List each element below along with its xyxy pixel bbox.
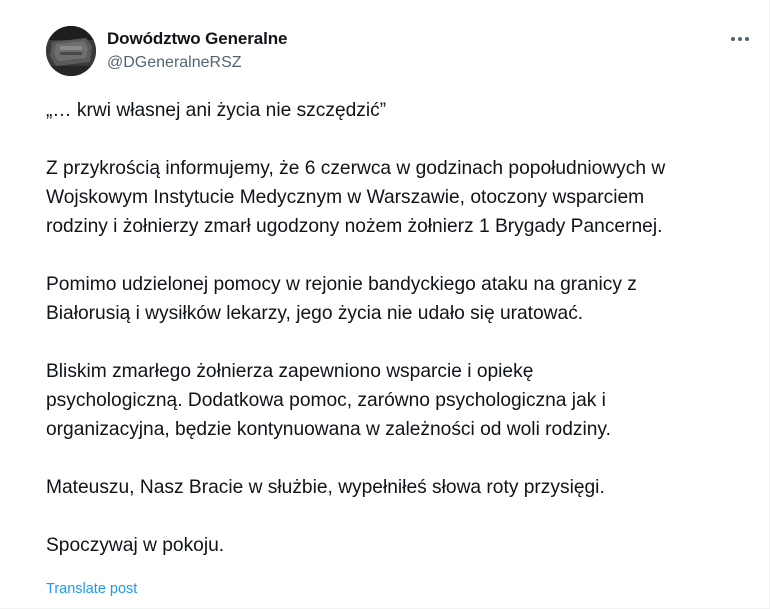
author-handle[interactable]: @DGeneralneRSZ [107, 52, 287, 74]
translate-post-link[interactable]: Translate post [46, 580, 137, 598]
post-paragraph: Mateuszu, Nasz Bracie w służbie, wypełni… [46, 477, 605, 498]
post-paragraph: Bliskim zmarłego żołnierza zapewniono ws… [46, 361, 611, 440]
author-display-name[interactable]: Dowództwo Generalne [107, 28, 288, 50]
post-paragraph: „… krwi własnej ani życia nie szczędzić” [46, 100, 387, 121]
post-card: Dowództwo Generalne @DGeneralneRSZ „… kr… [0, 0, 770, 609]
post-paragraph: Pomimo udzielonej pomocy w rejonie bandy… [46, 274, 637, 324]
more-button[interactable] [729, 28, 751, 50]
avatar[interactable] [46, 26, 96, 76]
post-paragraph: Z przykrością informujemy, że 6 czerwca … [46, 158, 666, 237]
post-paragraph: Spoczywaj w pokoju. [46, 535, 225, 556]
avatar-image [46, 26, 96, 76]
post-text: „… krwi własnej ani życia nie szczędzić”… [46, 96, 761, 560]
more-horizontal-icon [731, 37, 749, 41]
post-author: Dowództwo Generalne @DGeneralneRSZ [107, 28, 288, 74]
